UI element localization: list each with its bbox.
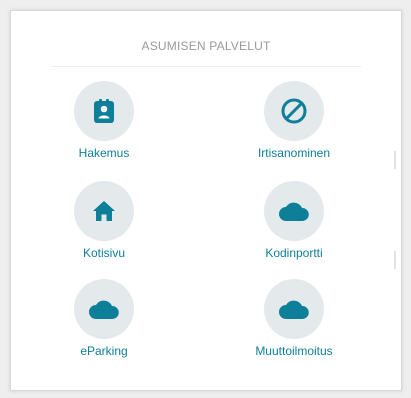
cloud-icon bbox=[74, 279, 134, 339]
side-divider-mark bbox=[394, 251, 396, 269]
housing-services-panel: ASUMISEN PALVELUT Hakemus Irtisanominen bbox=[10, 10, 402, 391]
side-divider-mark bbox=[394, 151, 396, 169]
service-irtisanominen[interactable]: Irtisanominen bbox=[219, 81, 369, 160]
home-icon bbox=[74, 181, 134, 241]
prohibited-icon bbox=[264, 81, 324, 141]
service-label-kodinportti: Kodinportti bbox=[265, 246, 323, 260]
service-label-hakemus: Hakemus bbox=[78, 146, 130, 160]
service-label-irtisanominen: Irtisanominen bbox=[257, 146, 331, 160]
service-hakemus[interactable]: Hakemus bbox=[29, 81, 179, 160]
contact-card-icon bbox=[74, 81, 134, 141]
panel-title: ASUMISEN PALVELUT bbox=[141, 39, 271, 53]
service-label-kotisivu: Kotisivu bbox=[82, 246, 126, 260]
service-kotisivu[interactable]: Kotisivu bbox=[29, 181, 179, 260]
service-label-eparking: eParking bbox=[80, 344, 128, 358]
cloud-icon bbox=[264, 181, 324, 241]
cloud-icon bbox=[264, 279, 324, 339]
title-divider bbox=[51, 66, 361, 67]
service-label-muuttoilmoitus: Muuttoilmoitus bbox=[255, 344, 333, 358]
service-eparking[interactable]: eParking bbox=[29, 279, 179, 358]
service-kodinportti[interactable]: Kodinportti bbox=[219, 181, 369, 260]
service-muuttoilmoitus[interactable]: Muuttoilmoitus bbox=[219, 279, 369, 358]
